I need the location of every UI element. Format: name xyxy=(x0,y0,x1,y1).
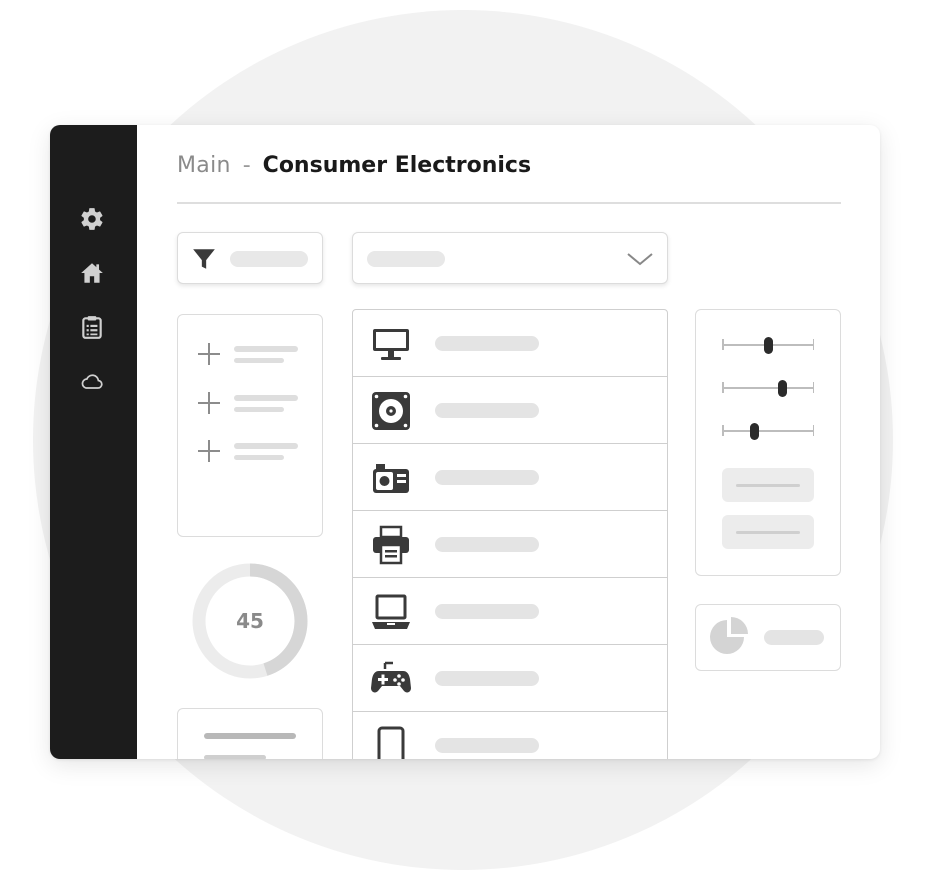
add-item-sublabel-line xyxy=(234,455,284,460)
slider-tick xyxy=(722,339,724,350)
stats-card[interactable] xyxy=(695,604,841,671)
filter-sliders-panel xyxy=(695,309,841,576)
printer-icon xyxy=(371,525,411,565)
list-item-label-placeholder xyxy=(435,671,539,686)
add-item-button[interactable] xyxy=(198,343,308,367)
list-item[interactable] xyxy=(353,578,667,645)
list-item[interactable] xyxy=(353,645,667,712)
add-item-sublabel-line xyxy=(234,407,284,412)
slider-tick xyxy=(722,425,724,436)
list-item[interactable] xyxy=(353,511,667,578)
slider-handle[interactable] xyxy=(750,423,760,440)
list-item-label-placeholder xyxy=(435,470,539,485)
plus-icon xyxy=(198,392,220,414)
slider-tick xyxy=(722,382,724,393)
list-item-label-placeholder xyxy=(435,738,539,753)
range-slider[interactable] xyxy=(722,421,814,441)
summary-line xyxy=(204,733,296,739)
cloud-icon[interactable] xyxy=(79,368,105,394)
category-dropdown[interactable] xyxy=(352,232,668,284)
gamepad-icon xyxy=(371,659,411,699)
slider-handle[interactable] xyxy=(764,337,773,354)
filter-button[interactable] xyxy=(177,232,323,284)
speaker-icon xyxy=(371,391,411,431)
button-label-placeholder xyxy=(736,531,800,534)
slider-tick xyxy=(812,425,814,436)
slider-tick xyxy=(812,339,814,350)
summary-card xyxy=(177,708,323,759)
list-item[interactable] xyxy=(353,310,667,377)
filter-label-placeholder xyxy=(230,251,308,267)
header-divider xyxy=(177,202,841,204)
dropdown-value-placeholder xyxy=(367,251,445,267)
add-panel xyxy=(177,314,323,537)
add-item-button[interactable] xyxy=(198,392,308,416)
list-item-label-placeholder xyxy=(435,336,539,351)
range-slider[interactable] xyxy=(722,378,814,398)
slider-tick xyxy=(812,382,814,393)
pie-chart-icon xyxy=(710,617,748,654)
product-list xyxy=(352,309,668,759)
add-item-button[interactable] xyxy=(198,440,308,464)
laptop-icon xyxy=(371,592,411,632)
plus-icon xyxy=(198,343,220,365)
progress-donut: 45 xyxy=(191,562,309,680)
breadcrumb: Main - Consumer Electronics xyxy=(177,151,531,181)
list-item-label-placeholder xyxy=(435,537,539,552)
slider-handle[interactable] xyxy=(777,380,787,397)
reset-button[interactable] xyxy=(722,515,814,549)
slider-track xyxy=(722,387,814,389)
stats-label-placeholder xyxy=(764,630,824,645)
home-icon[interactable] xyxy=(79,260,105,286)
button-label-placeholder xyxy=(736,484,800,487)
gear-icon[interactable] xyxy=(79,206,105,232)
list-item[interactable] xyxy=(353,377,667,444)
list-item-label-placeholder xyxy=(435,403,539,418)
page-title: Consumer Electronics xyxy=(262,153,532,178)
breadcrumb-separator: - xyxy=(242,153,251,178)
apply-button[interactable] xyxy=(722,468,814,502)
camera-icon xyxy=(371,458,411,498)
slider-track xyxy=(722,430,814,432)
list-item[interactable] xyxy=(353,444,667,511)
filter-icon xyxy=(193,249,215,269)
add-item-label-line xyxy=(234,395,298,401)
plus-icon xyxy=(198,440,220,462)
list-item-label-placeholder xyxy=(435,604,539,619)
add-item-label-line xyxy=(234,443,298,449)
clipboard-icon[interactable] xyxy=(79,314,105,340)
range-slider[interactable] xyxy=(722,335,814,355)
add-item-sublabel-line xyxy=(234,358,284,363)
progress-value: 45 xyxy=(236,609,264,633)
monitor-icon xyxy=(371,324,411,364)
list-item[interactable] xyxy=(353,712,667,759)
app-window: Main - Consumer Electronics 45 xyxy=(50,125,880,759)
breadcrumb-root[interactable]: Main xyxy=(177,153,231,178)
add-item-label-line xyxy=(234,346,298,352)
chevron-down-icon xyxy=(627,253,653,266)
smartphone-icon xyxy=(371,726,411,759)
summary-line xyxy=(204,755,266,759)
sidebar xyxy=(50,125,137,759)
